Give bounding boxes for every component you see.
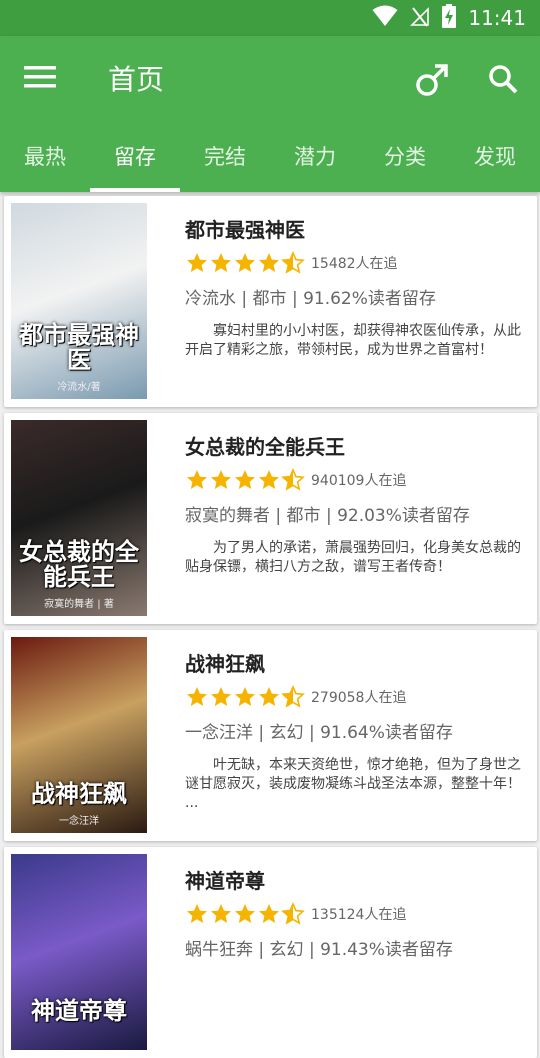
tab-discover[interactable]: 发现 bbox=[450, 120, 540, 192]
book-cover: 都市最强神医 冷流水/著 bbox=[11, 203, 147, 399]
star-full-icon bbox=[211, 470, 231, 489]
toolbar: 首页 bbox=[0, 36, 540, 120]
book-card[interactable]: 女总裁的全能兵王 寂寞的舞者 | 著 女总裁的全能兵王 940109人在追 寂寞… bbox=[4, 413, 537, 624]
menu-icon bbox=[24, 66, 56, 88]
book-title: 女总裁的全能兵王 bbox=[185, 435, 345, 459]
status-bar: 11:41 bbox=[0, 0, 540, 36]
tab-retention[interactable]: 留存 bbox=[90, 120, 180, 192]
book-cover: 神道帝尊 bbox=[11, 854, 147, 1050]
star-full-icon bbox=[211, 253, 231, 272]
star-full-icon bbox=[235, 253, 255, 272]
book-description: 寡妇村里的小小村医，却获得神农医仙传承，从此开启了精彩之旅，带领村民，成为世界之… bbox=[185, 323, 521, 358]
cover-author: 寂寞的舞者 | 著 bbox=[44, 599, 114, 610]
book-cover: 女总裁的全能兵王 寂寞的舞者 | 著 bbox=[11, 420, 147, 616]
cover-title: 战神狂飙 bbox=[31, 779, 127, 808]
rating-stars bbox=[185, 251, 305, 275]
star-half-icon bbox=[281, 685, 305, 708]
star-full-icon bbox=[211, 904, 231, 923]
book-meta: 一念汪洋 | 玄幻 | 91.64%读者留存 bbox=[185, 723, 453, 743]
star-half-icon bbox=[281, 251, 305, 274]
followers-count: 940109人在追 bbox=[311, 473, 407, 489]
star-full-icon bbox=[187, 687, 207, 706]
menu-button[interactable] bbox=[24, 64, 60, 94]
rating-stars bbox=[185, 902, 305, 926]
star-half-icon bbox=[281, 468, 305, 491]
cover-author: 冷流水/著 bbox=[57, 382, 101, 393]
star-full-icon bbox=[259, 687, 279, 706]
star-full-icon bbox=[211, 687, 231, 706]
cover-title: 神道帝尊 bbox=[31, 996, 127, 1025]
book-card[interactable]: 神道帝尊 神道帝尊 135124人在追 蜗牛狂奔 | 玄幻 | 91.43%读者… bbox=[4, 847, 537, 1058]
book-card[interactable]: 战神狂飙 一念汪洋 战神狂飙 279058人在追 一念汪洋 | 玄幻 | 91.… bbox=[4, 630, 537, 841]
cover-title: 都市最强神医 bbox=[19, 320, 139, 374]
male-icon bbox=[416, 64, 448, 96]
followers-count: 15482人在追 bbox=[311, 256, 398, 272]
book-title: 神道帝尊 bbox=[185, 869, 265, 893]
search-icon bbox=[489, 65, 518, 94]
rating-stars bbox=[185, 468, 305, 492]
cover-author: 一念汪洋 bbox=[59, 816, 99, 827]
rating-stars bbox=[185, 685, 305, 709]
battery-charging-icon bbox=[442, 4, 457, 32]
search-button[interactable] bbox=[484, 60, 524, 100]
tab-completed[interactable]: 完结 bbox=[180, 120, 270, 192]
no-signal-icon bbox=[410, 5, 430, 31]
star-half-icon bbox=[281, 902, 305, 925]
page-title: 首页 bbox=[108, 63, 165, 96]
followers-count: 279058人在追 bbox=[311, 690, 407, 706]
star-full-icon bbox=[187, 253, 207, 272]
app-bar: 首页 最热 留存 完结 潜力 分类 发现 bbox=[0, 36, 540, 192]
cover-title: 女总裁的全能兵王 bbox=[19, 537, 139, 591]
book-cover: 战神狂飙 一念汪洋 bbox=[11, 637, 147, 833]
book-meta: 蜗牛狂奔 | 玄幻 | 91.43%读者留存 bbox=[185, 940, 453, 960]
gender-switch-button[interactable] bbox=[412, 60, 452, 100]
book-title: 都市最强神医 bbox=[185, 218, 305, 242]
book-card[interactable]: 都市最强神医 冷流水/著 都市最强神医 15482人在追 冷流水 | 都市 | … bbox=[4, 196, 537, 407]
star-full-icon bbox=[187, 470, 207, 489]
tab-potential[interactable]: 潜力 bbox=[270, 120, 360, 192]
book-title: 战神狂飙 bbox=[185, 652, 265, 676]
status-time: 11:41 bbox=[468, 6, 526, 30]
book-meta: 寂寞的舞者 | 都市 | 92.03%读者留存 bbox=[185, 506, 470, 526]
star-full-icon bbox=[187, 904, 207, 923]
book-description: 叶无缺，本来天资绝世，惊才绝艳，但为了身世之谜甘愿寂灭，装成废物凝练斗战圣法本源… bbox=[185, 757, 521, 811]
book-meta: 冷流水 | 都市 | 91.62%读者留存 bbox=[185, 289, 436, 309]
star-full-icon bbox=[259, 904, 279, 923]
star-full-icon bbox=[235, 904, 255, 923]
wifi-icon bbox=[372, 5, 398, 31]
star-full-icon bbox=[259, 470, 279, 489]
tab-hot[interactable]: 最热 bbox=[0, 120, 90, 192]
tab-bar: 最热 留存 完结 潜力 分类 发现 bbox=[0, 120, 540, 192]
tab-category[interactable]: 分类 bbox=[360, 120, 450, 192]
star-full-icon bbox=[235, 687, 255, 706]
star-full-icon bbox=[259, 253, 279, 272]
book-description: 为了男人的承诺，萧晨强势回归，化身美女总裁的贴身保镖，横扫八方之敌，谱写王者传奇… bbox=[185, 540, 521, 575]
followers-count: 135124人在追 bbox=[311, 907, 407, 923]
star-full-icon bbox=[235, 470, 255, 489]
